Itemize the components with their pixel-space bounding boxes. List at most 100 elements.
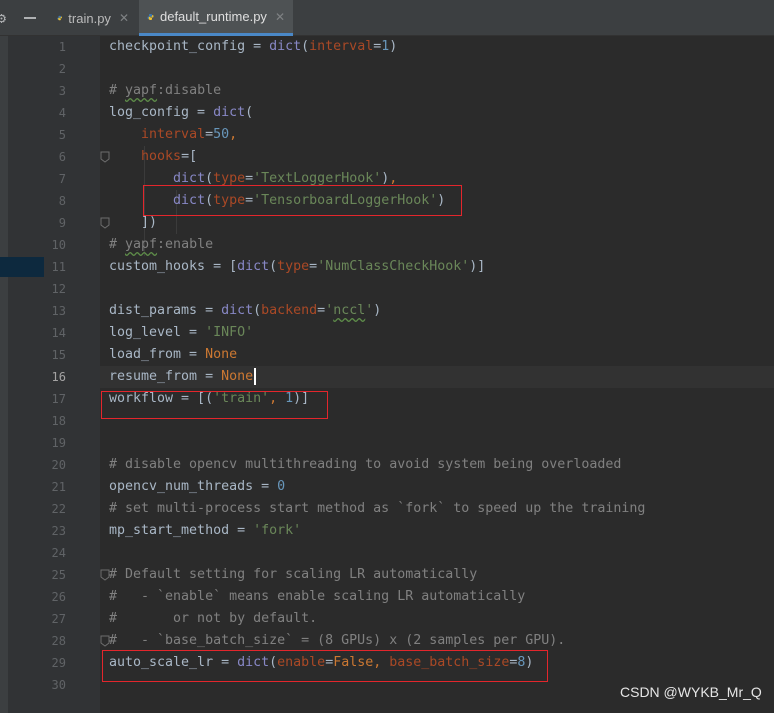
code-token: # set multi-process start method as `for… <box>109 501 646 516</box>
python-file-icon <box>57 15 62 21</box>
line-number[interactable]: 3 <box>44 80 66 102</box>
line-number[interactable]: 19 <box>44 432 66 454</box>
code-token: ( <box>205 171 214 186</box>
code-line[interactable]: checkpoint_config = dict(interval=1) <box>109 36 397 58</box>
code-token: = <box>205 127 214 142</box>
line-number[interactable]: 2 <box>44 58 66 80</box>
code-token: = <box>317 303 326 318</box>
selected-project-item[interactable] <box>0 257 44 277</box>
code-token: :disable <box>157 83 222 98</box>
code-token: type <box>213 171 246 186</box>
code-line[interactable]: custom_hooks = [dict(type='NumClassCheck… <box>109 256 485 278</box>
line-number[interactable]: 16 <box>44 366 66 388</box>
code-token: # - `enable` means enable scaling LR aut… <box>109 589 526 604</box>
line-number[interactable]: 25 <box>44 564 66 586</box>
line-number[interactable]: 17 <box>44 388 66 410</box>
line-number[interactable]: 12 <box>44 278 66 300</box>
code-line[interactable]: log_config = dict( <box>109 102 253 124</box>
code-line[interactable]: interval=50, <box>109 124 237 146</box>
code-line[interactable]: # Default setting for scaling LR automat… <box>109 564 477 586</box>
line-number[interactable]: 1 <box>44 36 66 58</box>
line-number[interactable]: 24 <box>44 542 66 564</box>
code-token: log_config = <box>109 105 214 120</box>
line-number[interactable]: 23 <box>44 520 66 542</box>
line-number[interactable]: 6 <box>44 146 66 168</box>
line-number[interactable]: 18 <box>44 410 66 432</box>
code-token: resume_from = <box>109 369 222 384</box>
line-number[interactable]: 7 <box>44 168 66 190</box>
code-token: dict <box>269 39 302 54</box>
code-token: 0 <box>277 479 286 494</box>
code-line[interactable]: # yapf:enable <box>109 234 213 256</box>
line-number[interactable]: 27 <box>44 608 66 630</box>
line-number[interactable]: 30 <box>44 674 66 696</box>
code-line[interactable]: resume_from = None <box>109 366 257 388</box>
code-token: load_from = <box>109 347 206 362</box>
code-line[interactable]: load_from = None <box>109 344 237 366</box>
line-number[interactable]: 14 <box>44 322 66 344</box>
gear-icon[interactable]: ⚙ <box>0 9 11 27</box>
code-editor[interactable]: checkpoint_config = dict(interval=1) # ya… <box>100 36 774 713</box>
code-token: log_level = <box>109 325 206 340</box>
code-token: yapf <box>125 83 158 98</box>
line-number[interactable]: 13 <box>44 300 66 322</box>
tab-label: default_runtime.py <box>159 9 267 24</box>
code-token: opencv_num_threads = <box>109 479 278 494</box>
tab-train-py[interactable]: train.py ✕ <box>49 0 137 36</box>
line-number[interactable]: 22 <box>44 498 66 520</box>
code-token: =[ <box>181 149 198 164</box>
line-number[interactable]: 11 <box>44 256 66 278</box>
project-panel-strip[interactable] <box>0 36 44 713</box>
tab-default-runtime-py[interactable]: default_runtime.py ✕ <box>139 0 293 36</box>
code-line[interactable]: mp_start_method = 'fork' <box>109 520 301 542</box>
code-token: # - `base_batch_size` = (8 GPUs) x (2 sa… <box>109 633 566 648</box>
code-line[interactable]: opencv_num_threads = 0 <box>109 476 285 498</box>
line-number-gutter[interactable]: 1 2 3 4 5 6 7 8 9 10 11 12 13 14 15 16 17 18 19 20 21 22 23 24 2… <box>44 36 110 713</box>
annotation-box-auto-scale-lr <box>102 650 548 682</box>
code-line[interactable]: dist_params = dict(backend='nccl') <box>109 300 381 322</box>
code-token: dict <box>173 171 206 186</box>
code-line[interactable]: hooks=[ <box>109 146 197 168</box>
code-token: checkpoint_config = <box>109 39 270 54</box>
close-icon[interactable]: ✕ <box>275 10 285 24</box>
code-token: nccl <box>333 303 366 318</box>
line-number[interactable]: 4 <box>44 102 66 124</box>
line-number[interactable]: 9 <box>44 212 66 234</box>
line-number[interactable]: 10 <box>44 234 66 256</box>
code-line[interactable]: # or not by default. <box>109 608 317 630</box>
annotation-box-tensorboard-hook <box>143 185 462 216</box>
code-token: dict <box>213 105 246 120</box>
code-token: # <box>109 83 126 98</box>
code-token: 'NumClassCheckHook' <box>317 259 470 274</box>
line-number[interactable]: 15 <box>44 344 66 366</box>
line-number[interactable]: 20 <box>44 454 66 476</box>
code-token: ( <box>245 105 254 120</box>
minimize-icon[interactable] <box>24 11 36 25</box>
code-token: type <box>277 259 310 274</box>
code-line[interactable]: # - `enable` means enable scaling LR aut… <box>109 586 525 608</box>
code-token: dict <box>221 303 254 318</box>
close-icon[interactable]: ✕ <box>119 11 129 25</box>
code-token: custom_hooks = [ <box>109 259 238 274</box>
code-line[interactable]: # set multi-process start method as `for… <box>109 498 645 520</box>
python-file-icon <box>147 13 154 20</box>
line-number[interactable]: 28 <box>44 630 66 652</box>
code-line[interactable]: # - `base_batch_size` = (8 GPUs) x (2 sa… <box>109 630 565 652</box>
code-token: ( <box>253 303 262 318</box>
line-number[interactable]: 8 <box>44 190 66 212</box>
line-number[interactable]: 21 <box>44 476 66 498</box>
panel-edge <box>0 36 8 713</box>
watermark: CSDN @WYKB_Mr_Q <box>620 684 762 700</box>
line-number[interactable]: 5 <box>44 124 66 146</box>
code-token: ' <box>325 303 334 318</box>
code-line[interactable]: # disable opencv multithreading to avoid… <box>109 454 621 476</box>
line-number[interactable]: 26 <box>44 586 66 608</box>
code-token: 'fork' <box>253 523 302 538</box>
code-line[interactable]: # yapf:disable <box>109 80 221 102</box>
line-number[interactable]: 29 <box>44 652 66 674</box>
code-line[interactable]: log_level = 'INFO' <box>109 322 253 344</box>
code-token: )] <box>469 259 486 274</box>
